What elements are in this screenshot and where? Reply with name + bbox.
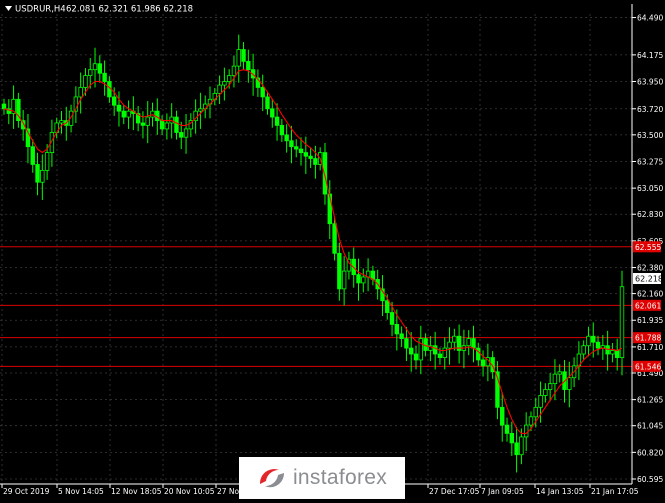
y-tick-label: 64.175 xyxy=(637,51,663,60)
y-tick-label: 61.935 xyxy=(637,316,663,325)
x-tick-label: 7 Jan 09:05 xyxy=(481,487,524,496)
y-tick-label: 63.720 xyxy=(637,105,663,114)
level-label: 62.061 xyxy=(635,301,661,310)
y-tick-label: 62.380 xyxy=(637,264,663,273)
x-tick-label: 14 Jan 13:05 xyxy=(536,487,584,496)
instaforex-swirl-logo-icon xyxy=(259,469,284,488)
chart-area[interactable]: 64.490 64.175 63.950 63.720 63.500 63.275 63.0… xyxy=(0,0,665,499)
x-tick-label: 12 Nov 18:05 xyxy=(111,487,162,496)
y-tick-label: 63.275 xyxy=(637,157,663,166)
x-tick-label: 27 Dec 17:05 xyxy=(429,487,480,496)
level-label: 61.546 xyxy=(635,362,661,371)
y-tick-label: 60.820 xyxy=(637,448,663,457)
chart-header: USDRUR,H4 62.081 62.321 61.986 62.218 xyxy=(5,5,193,15)
x-tick-label: 20 Nov 10:05 xyxy=(164,487,215,496)
y-tick-label: 64.490 xyxy=(637,14,663,23)
y-tick-label: 62.830 xyxy=(637,210,663,219)
y-tick-label: 61.710 xyxy=(637,343,663,352)
y-tick-label: 60.595 xyxy=(637,475,663,484)
y-tick-label: 63.050 xyxy=(637,184,663,193)
level-label: 62.555 xyxy=(635,243,661,252)
instaforex-watermark: instaforex xyxy=(239,457,405,499)
y-tick-label: 63.500 xyxy=(637,131,663,140)
ohlc-readout: 62.081 62.321 61.986 62.218 xyxy=(66,5,193,15)
symbol-label: USDRUR,H4 xyxy=(15,5,66,15)
y-tick-label: 61.265 xyxy=(637,396,663,405)
x-tick-label: 5 Nov 14:05 xyxy=(58,487,104,496)
x-tick-label: 21 Jan 17:05 xyxy=(591,487,639,496)
level-label: 61.788 xyxy=(635,334,661,343)
y-tick-label: 63.950 xyxy=(637,78,663,87)
current-price-tag: 62.218 xyxy=(633,273,663,284)
y-tick-label: 61.045 xyxy=(637,422,663,431)
x-tick-label: 29 Oct 2019 xyxy=(3,487,50,496)
watermark-text: instaforex xyxy=(292,466,388,489)
current-price-label: 62.218 xyxy=(635,275,663,284)
y-tick-label: 62.160 xyxy=(637,290,663,299)
price-chart: 64.490 64.175 63.950 63.720 63.500 63.275 63.0… xyxy=(0,0,665,499)
